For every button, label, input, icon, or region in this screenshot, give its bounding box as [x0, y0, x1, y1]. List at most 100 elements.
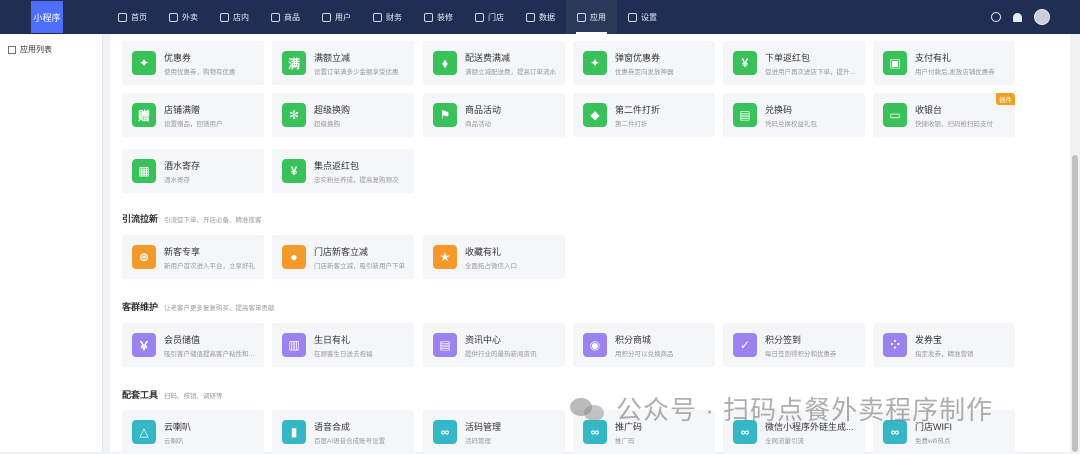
shop-icon — [475, 12, 484, 22]
app-card[interactable]: ✓ 积分签到 每日签到得积分和优惠券 — [723, 323, 865, 367]
app-card[interactable]: ◉ 积分商城 用积分可以兑换商品 — [573, 323, 715, 367]
app-card-title: 下单返红包 — [765, 53, 811, 63]
app-card-desc: 使用优惠券，购物有优惠 — [164, 69, 236, 76]
app-card-title: 活码管理 — [465, 422, 502, 432]
goods-icon — [271, 12, 280, 22]
nav-item-1[interactable]: 外卖 — [158, 0, 209, 34]
app-card[interactable]: ▦ 酒水寄存 酒水寄存 — [122, 149, 264, 193]
app-card[interactable]: ✦ 优惠券使用优惠券，购物有优惠 — [122, 41, 264, 85]
wechat-icon — [570, 396, 604, 422]
app-card-title: 生日有礼 — [314, 335, 351, 345]
bell-icon: △ — [132, 420, 156, 444]
section-title: 引流拉新 — [122, 214, 159, 224]
decorate-icon — [424, 12, 433, 22]
sidebar-item-app-list[interactable]: 应用列表 — [0, 34, 102, 55]
app-card-desc: 凭码兑换权益礼包 — [765, 121, 817, 128]
app-card[interactable]: ⊕ 新客专享 新用户首次进入平台，立享好礼 — [122, 235, 264, 279]
app-card[interactable]: ⬧ 配送费满减 满额立减配送费，提高订单流水 — [423, 41, 565, 85]
app-card-title: 支付有礼 — [915, 53, 952, 63]
mic-icon: ▮ — [282, 420, 306, 444]
nav-item-10[interactable]: 设置 — [617, 0, 668, 34]
star-icon: ★ — [433, 245, 457, 269]
app-card-desc: 用积分可以兑换商品 — [615, 351, 674, 358]
app-card[interactable]: △ 云喇叭 云喇叭 — [122, 410, 264, 454]
app-card-title: 商品活动 — [465, 105, 502, 115]
app-card[interactable]: ▥ 生日有礼 在顾客生日送去祝福 — [272, 323, 414, 367]
app-card[interactable]: ¥ 下单返红包 促进用户再次进店下单，提升复购 — [723, 41, 865, 85]
app-card-desc: 优惠券定向发放神器 — [615, 69, 674, 76]
app-card[interactable]: ✦ 弹窗优惠券 优惠券定向发放神器 — [573, 41, 715, 85]
gift-text-icon: 赠 — [132, 103, 156, 127]
calendar-check-icon: ✓ — [733, 333, 757, 357]
app-card-title: 集点返红包 — [314, 161, 360, 171]
nav-item-6[interactable]: 装修 — [413, 0, 464, 34]
new-customer-icon: ⊕ — [132, 245, 156, 269]
app-card-title: 配送费满减 — [465, 53, 511, 63]
nav-item-4[interactable]: 用户 — [311, 0, 362, 34]
section-header-tools: 配套工具 扫码、核销、调研等 — [122, 388, 223, 401]
app-card-title: 优惠券 — [164, 53, 192, 63]
app-card-title: 积分签到 — [765, 335, 802, 345]
app-card-desc: 商品活动 — [465, 121, 491, 128]
grid-icon — [8, 45, 16, 54]
nav-label: 设置 — [641, 12, 657, 22]
plugin-badge: 插件 — [996, 93, 1015, 105]
app-card-desc: 提供行业的最热新闻资讯 — [465, 351, 537, 358]
wallet-icon: ￥ — [132, 333, 156, 357]
app-card[interactable]: ▭ 收银台 快捷收银，扫码枪扫码支付 插件 — [873, 93, 1015, 137]
delivery-fee-icon: ⬧ — [433, 51, 457, 75]
app-card[interactable]: ◆ 第二件打折 第二件打折 — [573, 93, 715, 137]
app-card-desc: 云喇叭 — [164, 438, 184, 445]
user-icon — [322, 12, 331, 22]
app-card[interactable]: ⚑ 商品活动 商品活动 — [423, 93, 565, 137]
nav-label: 财务 — [386, 12, 402, 22]
app-card[interactable]: ▮ 语音合成 百度AI语音合成账号设置 — [272, 410, 414, 454]
app-card-desc: 酒水寄存 — [164, 177, 190, 184]
coupon-icon: ✦ — [132, 51, 156, 75]
app-card-title: 收银台 — [915, 105, 943, 115]
scrollbar-thumb[interactable] — [1072, 155, 1078, 452]
app-card-title: 门店新客立减 — [314, 247, 369, 257]
nav-label: 装修 — [437, 12, 453, 22]
sidebar-item-label: 应用列表 — [20, 45, 52, 54]
app-card[interactable]: ￥ 会员储值 吸引客户储值提高客户粘性和消费 — [122, 323, 264, 367]
nav-item-3[interactable]: 商品 — [260, 0, 311, 34]
app-card[interactable]: ▤ 兑换码 凭码兑换权益礼包 — [723, 93, 865, 137]
flag-icon: ⚑ — [433, 103, 457, 127]
nav-item-5[interactable]: 财务 — [362, 0, 413, 34]
app-card-title: 发券宝 — [915, 335, 943, 345]
nav-item-9[interactable]: 应用 — [566, 0, 617, 34]
avatar[interactable] — [1034, 9, 1050, 25]
section-header-traffic: 引流拉新 引流促下单、开店必备、精准揽客 — [122, 212, 262, 225]
nav-item-2[interactable]: 店内 — [209, 0, 260, 34]
app-card[interactable]: 满满额立减 设置订单满多少金额享受优惠 — [272, 41, 414, 85]
app-card[interactable]: 赠店铺满赠 设置赠品，回馈用户 — [122, 93, 264, 137]
app-logo[interactable]: 小程序 — [31, 1, 63, 33]
app-card[interactable]: ▣ 支付有礼 用户付款后,发放店铺优惠券 — [873, 41, 1015, 85]
app-card[interactable]: ✻ 超级换购 超级换购 — [272, 93, 414, 137]
nav-item-8[interactable]: 数据 — [515, 0, 566, 34]
app-card[interactable]: ● 门店新客立减 门店新客立减，吸引新用户下单 — [272, 235, 414, 279]
app-card-title: 第二件打折 — [615, 105, 661, 115]
app-card[interactable]: ∞ 活码管理 活码管理 — [423, 410, 565, 454]
nav-item-7[interactable]: 门店 — [464, 0, 515, 34]
watermark: 公众号 · 扫码点餐外卖程序制作 — [570, 390, 993, 427]
app-card[interactable]: ▤ 资讯中心 提供行业的最热新闻资讯 — [423, 323, 565, 367]
app-card-desc: 百度AI语音合成账号设置 — [314, 438, 386, 445]
cashier-icon: ▭ — [883, 103, 907, 127]
sidebar: 应用列表 — [0, 34, 103, 452]
apps-icon — [577, 12, 586, 22]
app-card[interactable]: ¥ 集点返红包 忠实粉丝养成，提高复购频次 — [272, 149, 414, 193]
notification-bell-icon[interactable] — [1013, 12, 1022, 22]
nav-label: 门店 — [488, 12, 504, 22]
app-card[interactable]: ★ 收藏有礼 全面拓占微信入口 — [423, 235, 565, 279]
top-navbar: 小程序 首页 外卖 店内 商品 用户 财务 装修 门店 数据 应用 设置 — [0, 0, 1080, 34]
chart-icon — [526, 12, 535, 22]
gift-bag-icon: ▣ — [883, 51, 907, 75]
red-packet-icon: ¥ — [733, 51, 757, 75]
app-card-desc: 第二件打折 — [615, 121, 648, 128]
full-reduce-icon: 满 — [282, 51, 306, 75]
app-card[interactable]: ⁘ 发券宝 指定发券，精准营销 — [873, 323, 1015, 367]
nav-item-0[interactable]: 首页 — [107, 0, 158, 34]
search-icon[interactable] — [991, 12, 1001, 22]
